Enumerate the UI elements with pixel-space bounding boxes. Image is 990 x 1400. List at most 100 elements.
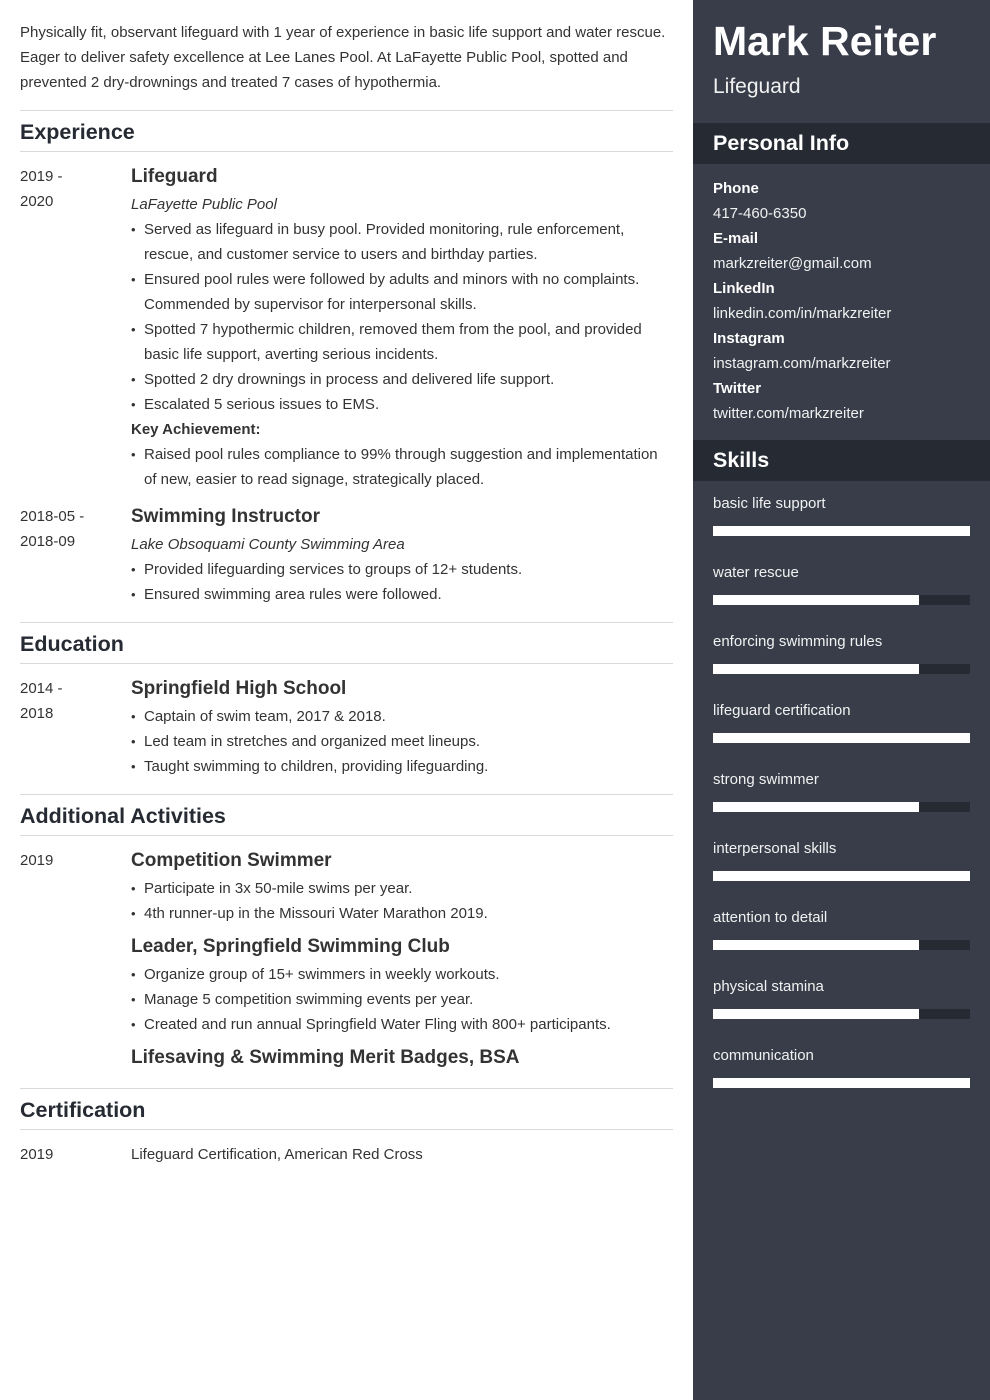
personal-info-item: E-mail markzreiter@gmail.com [713, 226, 970, 276]
activity-title: Lifesaving & Swimming Merit Badges, BSA [131, 1047, 520, 1068]
entry-date: 2019 - 2020 [20, 164, 131, 492]
skill-name: communication [713, 1047, 814, 1064]
date-start: 2018-05 - [20, 508, 85, 525]
experience-section: Experience 2019 - 2020 Lifeguard LaFayet… [20, 111, 673, 622]
phone-value[interactable]: 417-460-6350 [713, 201, 970, 226]
skill-item: water rescue [713, 560, 970, 605]
skill-level-bar [713, 595, 970, 605]
phone-label: Phone [713, 180, 759, 197]
skill-level-fill [713, 940, 919, 950]
skill-name: lifeguard certification [713, 702, 851, 719]
personal-info-item: Instagram instagram.com/markzreiter [713, 326, 970, 376]
skill-name: strong swimmer [713, 771, 819, 788]
skills-title: Skills [693, 440, 990, 481]
skill-level-fill [713, 871, 970, 881]
skill-level-fill [713, 595, 919, 605]
activity-item: Lifesaving & Swimming Merit Badges, BSA [131, 1044, 673, 1071]
main-column: Physically fit, observant lifeguard with… [20, 0, 673, 1182]
bullet-item: Led team in stretches and organized meet… [131, 729, 673, 754]
bullet-item: Ensured pool rules were followed by adul… [131, 267, 673, 317]
section-title-certification: Certification [20, 1089, 673, 1130]
skill-level-bar [713, 802, 970, 812]
skill-name: interpersonal skills [713, 840, 837, 857]
candidate-role: Lifeguard [713, 75, 801, 98]
job-title: Swimming Instructor [131, 506, 320, 527]
skill-name: enforcing swimming rules [713, 633, 883, 650]
date-start: 2019 - [20, 168, 63, 185]
activity-item: Competition Swimmer Participate in 3x 50… [131, 847, 673, 926]
certification-text: Lifeguard Certification, American Red Cr… [131, 1146, 423, 1163]
skill-item: strong swimmer [713, 767, 970, 812]
skill-level-fill [713, 733, 970, 743]
skill-item: basic life support [713, 491, 970, 536]
bullet-list: Participate in 3x 50-mile swims per year… [131, 876, 673, 926]
certification-section: Certification 2019 Lifeguard Certificati… [20, 1088, 673, 1182]
skill-level-bar [713, 940, 970, 950]
skill-item: interpersonal skills [713, 836, 970, 881]
skill-item: lifeguard certification [713, 698, 970, 743]
personal-info-item: Phone 417-460-6350 [713, 176, 970, 226]
bullet-list: Served as lifeguard in busy pool. Provid… [131, 217, 673, 417]
skill-level-bar [713, 871, 970, 881]
education-entry: 2014 - 2018 Springfield High School Capt… [20, 676, 673, 779]
bullet-item: Captain of swim team, 2017 & 2018. [131, 704, 673, 729]
key-achievement-list: Raised pool rules compliance to 99% thro… [131, 442, 673, 492]
bullet-item: Spotted 2 dry drownings in process and d… [131, 367, 673, 392]
bullet-item: Taught swimming to children, providing l… [131, 754, 673, 779]
bullet-item: Provided lifeguarding services to groups… [131, 557, 673, 582]
date-end: 2020 [20, 193, 54, 210]
education-section: Education 2014 - 2018 Springfield High S… [20, 622, 673, 794]
activity-title: Competition Swimmer [131, 850, 332, 871]
section-title-education: Education [20, 623, 673, 664]
skill-level-bar [713, 1009, 970, 1019]
entry-date: 2019 [20, 852, 54, 869]
bullet-list: Provided lifeguarding services to groups… [131, 557, 673, 607]
twitter-label: Twitter [713, 380, 762, 397]
candidate-name: Mark Reiter [713, 18, 937, 64]
company: Lake Obsoquami County Swimming Area [131, 536, 405, 553]
skill-level-fill [713, 664, 919, 674]
skill-item: physical stamina [713, 974, 970, 1019]
date-end: 2018 [20, 705, 54, 722]
activities-entry: 2019 Competition Swimmer Participate in … [20, 848, 673, 1073]
activity-item: Leader, Springfield Swimming Club Organi… [131, 933, 673, 1037]
linkedin-value[interactable]: linkedin.com/in/markzreiter [713, 301, 970, 326]
entry-date: 2019 [20, 1146, 54, 1163]
bullet-item: Participate in 3x 50-mile swims per year… [131, 876, 673, 901]
entry-date: 2014 - 2018 [20, 676, 131, 779]
key-achievement-label: Key Achievement: [131, 421, 261, 438]
sidebar: Mark Reiter Lifeguard Personal Info Phon… [693, 0, 990, 1400]
skill-name: water rescue [713, 564, 799, 581]
instagram-value[interactable]: instagram.com/markzreiter [713, 351, 970, 376]
experience-entry: 2019 - 2020 Lifeguard LaFayette Public P… [20, 164, 673, 492]
skill-level-bar [713, 526, 970, 536]
skill-item: communication [713, 1043, 970, 1088]
skill-level-bar [713, 664, 970, 674]
job-title: Lifeguard [131, 166, 218, 187]
skill-level-fill [713, 802, 919, 812]
bullet-item: Created and run annual Springfield Water… [131, 1012, 673, 1037]
summary: Physically fit, observant lifeguard with… [20, 20, 673, 111]
section-title-activities: Additional Activities [20, 795, 673, 836]
date-end: 2018-09 [20, 533, 76, 550]
email-label: E-mail [713, 230, 759, 247]
bullet-list: Captain of swim team, 2017 & 2018. Led t… [131, 704, 673, 779]
linkedin-label: LinkedIn [713, 280, 775, 297]
bullet-item: Organize group of 15+ swimmers in weekly… [131, 962, 673, 987]
bullet-item: Spotted 7 hypothermic children, removed … [131, 317, 673, 367]
twitter-value[interactable]: twitter.com/markzreiter [713, 401, 970, 426]
activity-title: Leader, Springfield Swimming Club [131, 936, 450, 957]
bullet-item: Manage 5 competition swimming events per… [131, 987, 673, 1012]
personal-info-title: Personal Info [693, 123, 990, 164]
skill-level-fill [713, 1078, 970, 1088]
certification-entry: 2019 Lifeguard Certification, American R… [20, 1142, 673, 1167]
skill-name: physical stamina [713, 978, 824, 995]
skills-list: basic life support water rescue enforcing … [693, 481, 990, 1122]
skill-name: basic life support [713, 495, 826, 512]
skill-name: attention to detail [713, 909, 828, 926]
bullet-list: Organize group of 15+ swimmers in weekly… [131, 962, 673, 1037]
skill-level-fill [713, 526, 970, 536]
bullet-item: Escalated 5 serious issues to EMS. [131, 392, 673, 417]
email-value[interactable]: markzreiter@gmail.com [713, 251, 970, 276]
personal-info-item: Twitter twitter.com/markzreiter [713, 376, 970, 426]
